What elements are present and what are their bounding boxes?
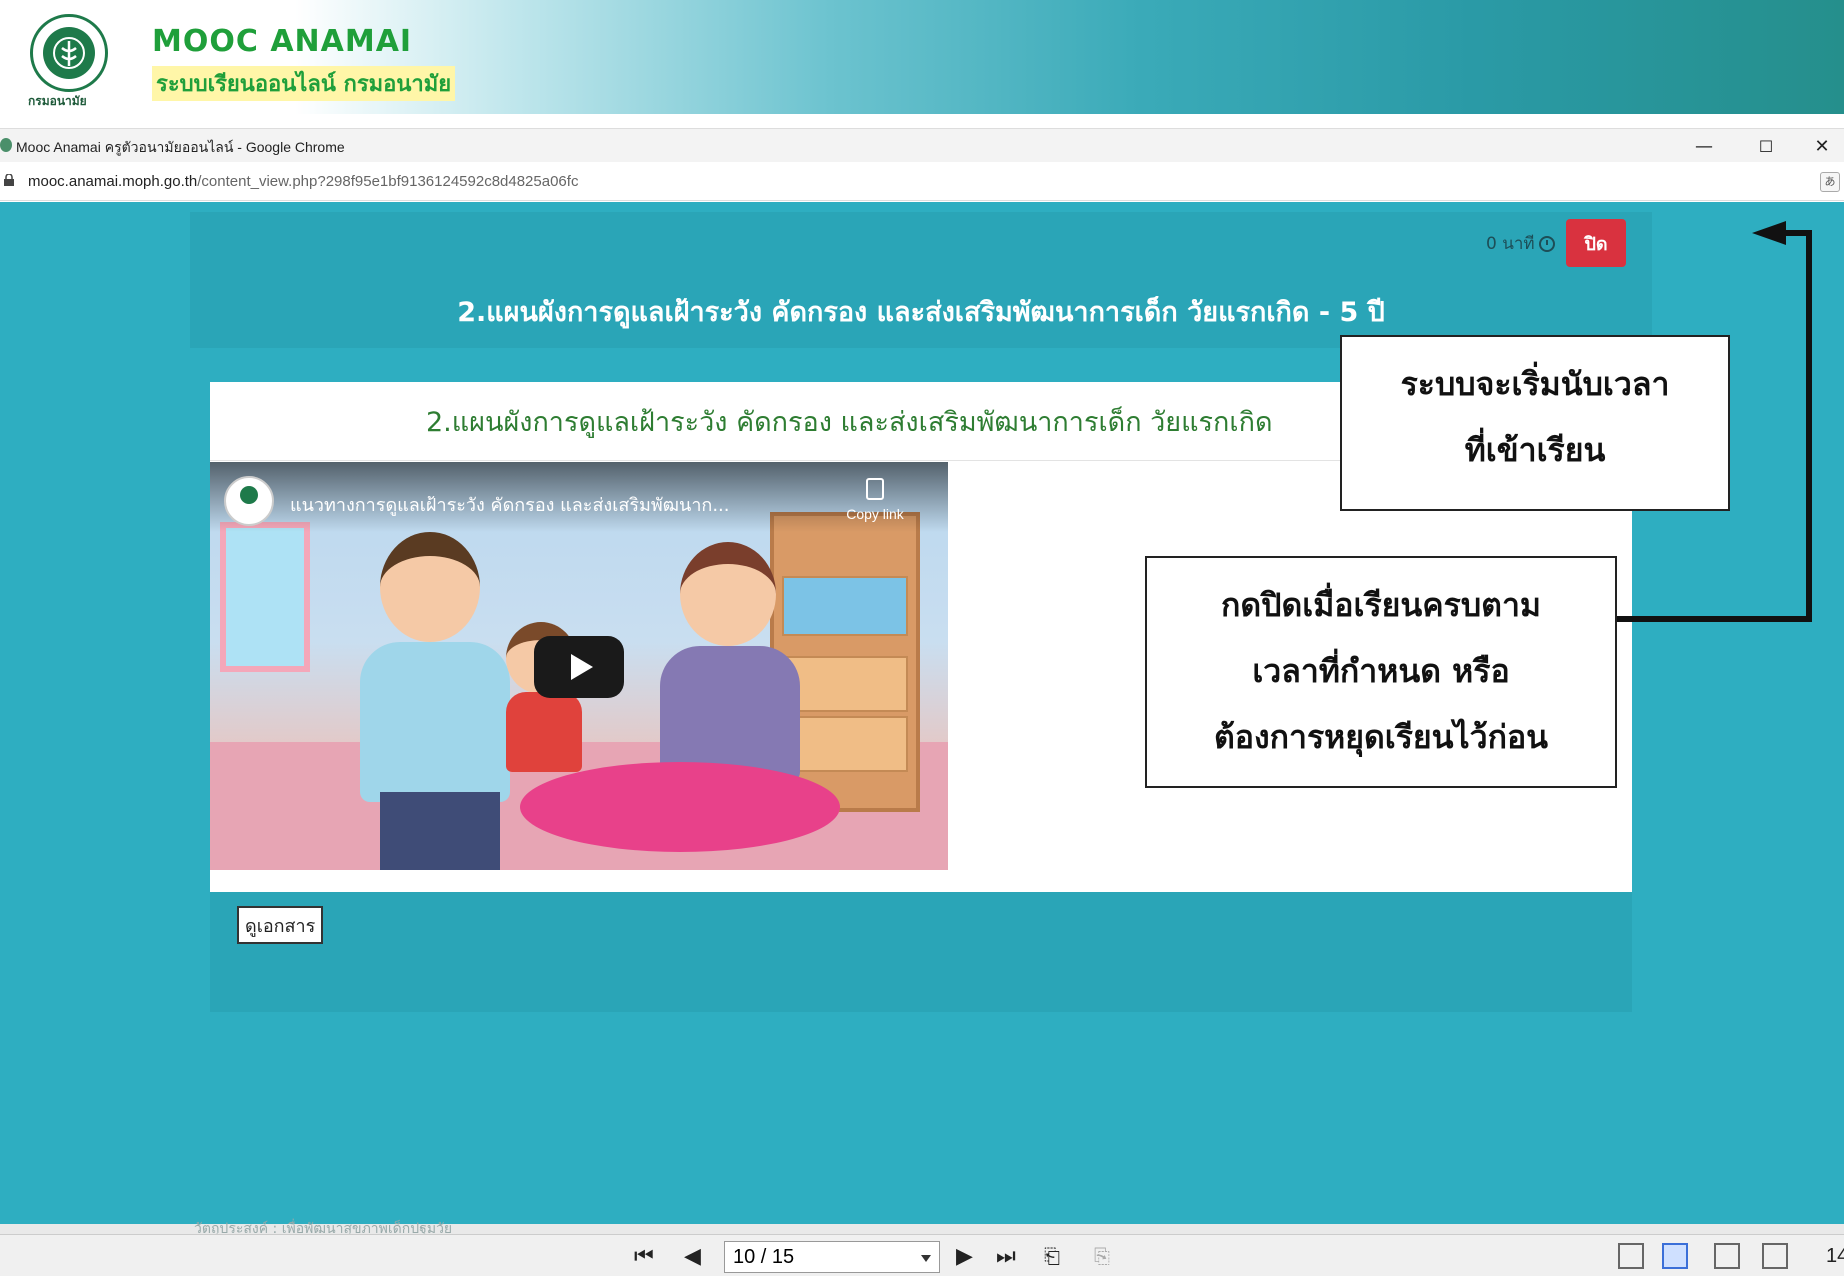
timer-callout-line1: ระบบจะเริ่มนับเวลา	[1400, 365, 1670, 403]
url-path: /content_view.php?298f95e1bf9136124592c8…	[197, 173, 579, 190]
last-page-icon[interactable]: ⏭	[996, 1243, 1016, 1269]
copy-icon	[866, 478, 884, 500]
close-lesson-button[interactable]: ปิด	[1566, 219, 1626, 267]
browser-titlebar: Mooc Anamai ครูตัวอนามัยออนไลน์ - Google…	[0, 128, 1844, 162]
next-page-icon[interactable]: ▶	[956, 1243, 973, 1269]
close-callout-line2: เวลาที่กำหนด หรือ	[1252, 652, 1510, 690]
url-text[interactable]: mooc.anamai.moph.go.th/content_view.php?…	[28, 173, 578, 190]
pdf-toolbar: ⏮ ◀ 10 / 15 ▶ ⏭ ⎗ ⎘ 14	[0, 1234, 1844, 1276]
department-logo	[30, 14, 108, 92]
two-page-view-icon[interactable]	[1714, 1243, 1740, 1269]
maximize-button[interactable]: ☐	[1744, 133, 1788, 159]
timer-callout-line2: ที่เข้าเรียน	[1464, 431, 1606, 469]
caduceus-icon	[53, 37, 85, 69]
callout-arrow-top	[1782, 230, 1812, 236]
channel-avatar[interactable]	[224, 476, 274, 526]
close-window-button[interactable]: ✕	[1800, 133, 1844, 159]
go-back-view-icon[interactable]: ⎗	[1044, 1243, 1060, 1269]
favicon-icon	[0, 138, 12, 152]
timer-text: 0 นาที	[1486, 234, 1535, 254]
single-page-view-icon[interactable]	[1618, 1243, 1644, 1269]
arrow-head-icon	[1752, 221, 1786, 245]
page-number: 10 / 15	[733, 1245, 795, 1268]
minimize-button[interactable]: —	[1682, 133, 1726, 159]
go-forward-view-icon[interactable]: ⎘	[1094, 1243, 1110, 1269]
video-title[interactable]: แนวทางการดูแลเฝ้าระวัง คัดกรอง และส่งเสร…	[290, 490, 730, 519]
continuous-view-icon[interactable]	[1662, 1243, 1688, 1269]
window-title: Mooc Anamai ครูตัวอนามัยออนไลน์ - Google…	[16, 139, 345, 155]
close-callout: กดปิดเมื่อเรียนครบตาม เวลาที่กำหนด หรือ …	[1145, 556, 1617, 788]
video-scene-table	[520, 762, 840, 852]
zoom-level[interactable]: 14	[1826, 1245, 1844, 1268]
close-callout-line3: ต้องการหยุดเรียนไว้ก่อน	[1213, 718, 1549, 756]
brand-subtitle: ระบบเรียนออนไลน์ กรมอนามัย	[152, 66, 456, 101]
lock-icon	[4, 174, 14, 186]
close-callout-line1: กดปิดเมื่อเรียนครบตาม	[1221, 586, 1541, 624]
callout-arrow-bottom	[1617, 616, 1812, 622]
study-timer: 0 นาที	[1486, 230, 1555, 257]
brand-title: MOOC ANAMAI	[152, 24, 413, 59]
timer-callout: ระบบจะเริ่มนับเวลา ที่เข้าเรียน	[1340, 335, 1730, 511]
site-banner: กรมอนามัย MOOC ANAMAI ระบบเรียนออนไลน์ ก…	[0, 0, 1844, 114]
address-bar[interactable]: mooc.anamai.moph.go.th/content_view.php?…	[0, 163, 1844, 201]
clock-icon	[1538, 235, 1555, 252]
two-page-continuous-view-icon[interactable]	[1762, 1243, 1788, 1269]
chevron-down-icon	[921, 1255, 931, 1262]
previous-page-icon[interactable]: ◀	[684, 1243, 701, 1269]
callout-arrow-vertical	[1806, 230, 1812, 622]
url-host: mooc.anamai.moph.go.th	[28, 173, 198, 190]
logo-caption: กรมอนามัย	[28, 94, 87, 108]
view-document-button[interactable]: ดูเอกสาร	[237, 906, 324, 944]
video-player[interactable]: แนวทางการดูแลเฝ้าระวัง คัดกรอง และส่งเสร…	[210, 462, 948, 870]
video-mother-figure	[660, 542, 810, 782]
lesson-footer-panel	[210, 892, 1632, 1012]
copy-link-label: Copy link	[846, 506, 904, 522]
copy-link-button[interactable]: Copy link	[840, 478, 910, 522]
video-scene-window	[220, 522, 310, 672]
play-button[interactable]	[534, 636, 624, 698]
lesson-heading: 2.แผนผังการดูแลเฝ้าระวัง คัดกรอง และส่งเ…	[457, 297, 1385, 328]
first-page-icon[interactable]: ⏮	[634, 1243, 654, 1269]
page-selector[interactable]: 10 / 15	[724, 1241, 940, 1273]
video-father-figure	[360, 532, 520, 870]
translate-icon[interactable]: あ	[1820, 172, 1840, 192]
